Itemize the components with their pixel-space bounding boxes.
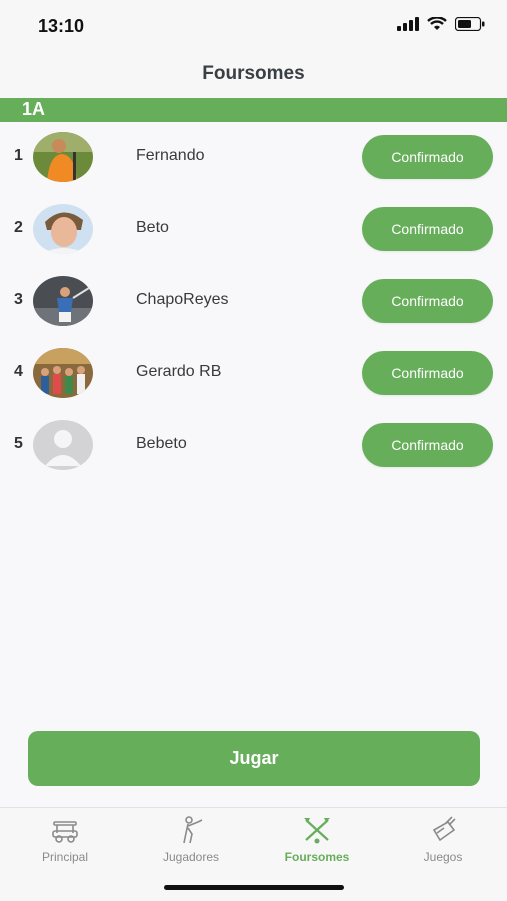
player-number: 2 (14, 219, 23, 236)
signal-icon (397, 17, 419, 31)
confirm-button[interactable]: Confirmado (362, 135, 493, 179)
tab-foursomes[interactable]: Foursomes (254, 816, 380, 872)
nav-bar: Foursomes (0, 52, 507, 98)
player-name: Bebeto (136, 435, 187, 452)
avatar (33, 348, 93, 398)
player-name: Beto (136, 219, 169, 236)
player-name: ChapoReyes (136, 291, 229, 308)
player-number: 5 (14, 435, 23, 452)
status-icons (397, 17, 485, 31)
tab-label: Foursomes (284, 850, 350, 864)
tab-label: Jugadores (162, 850, 220, 864)
tab-principal[interactable]: Principal (2, 816, 128, 872)
player-name: Fernando (136, 147, 205, 164)
wifi-icon (427, 17, 447, 30)
confirm-button[interactable]: Confirmado (362, 279, 493, 323)
tab-jugadores[interactable]: Jugadores (128, 816, 254, 872)
tab-label: Principal (41, 850, 89, 864)
avatar (33, 204, 93, 254)
avatar (33, 276, 93, 326)
page-title: Foursomes (202, 63, 305, 84)
player-list: 1 Fernando Confirmado 2 Beto Confirmado (0, 122, 507, 482)
golfer-icon (183, 816, 203, 844)
player-row[interactable]: 3 ChapoReyes Confirmado (0, 266, 507, 338)
player-row[interactable]: 2 Beto Confirmado (0, 194, 507, 266)
golf-bag-icon (432, 816, 456, 842)
confirm-button[interactable]: Confirmado (362, 207, 493, 251)
avatar-placeholder-icon (33, 420, 93, 470)
status-time: 13:10 (38, 16, 85, 36)
crossed-clubs-icon (304, 818, 330, 844)
group-label: 1A (22, 99, 46, 119)
player-number: 3 (14, 291, 23, 308)
player-row[interactable]: 5 Bebeto Confirmado (0, 410, 507, 482)
tab-juegos[interactable]: Juegos (380, 816, 506, 872)
player-row[interactable]: 4 Gerardo RB Confirmado (0, 338, 507, 410)
player-row[interactable]: 1 Fernando Confirmado (0, 122, 507, 194)
play-button[interactable]: Jugar (28, 731, 480, 786)
player-number: 4 (14, 363, 23, 380)
tab-label: Juegos (423, 850, 463, 864)
confirm-button[interactable]: Confirmado (362, 423, 493, 467)
golf-cart-icon (52, 821, 78, 843)
player-name: Gerardo RB (136, 363, 222, 380)
confirm-button[interactable]: Confirmado (362, 351, 493, 395)
home-indicator[interactable] (164, 885, 344, 890)
group-header: 1A (0, 98, 507, 122)
status-bar: 13:10 (0, 0, 507, 52)
avatar (33, 132, 93, 182)
player-number: 1 (14, 147, 23, 164)
battery-icon (455, 17, 485, 31)
